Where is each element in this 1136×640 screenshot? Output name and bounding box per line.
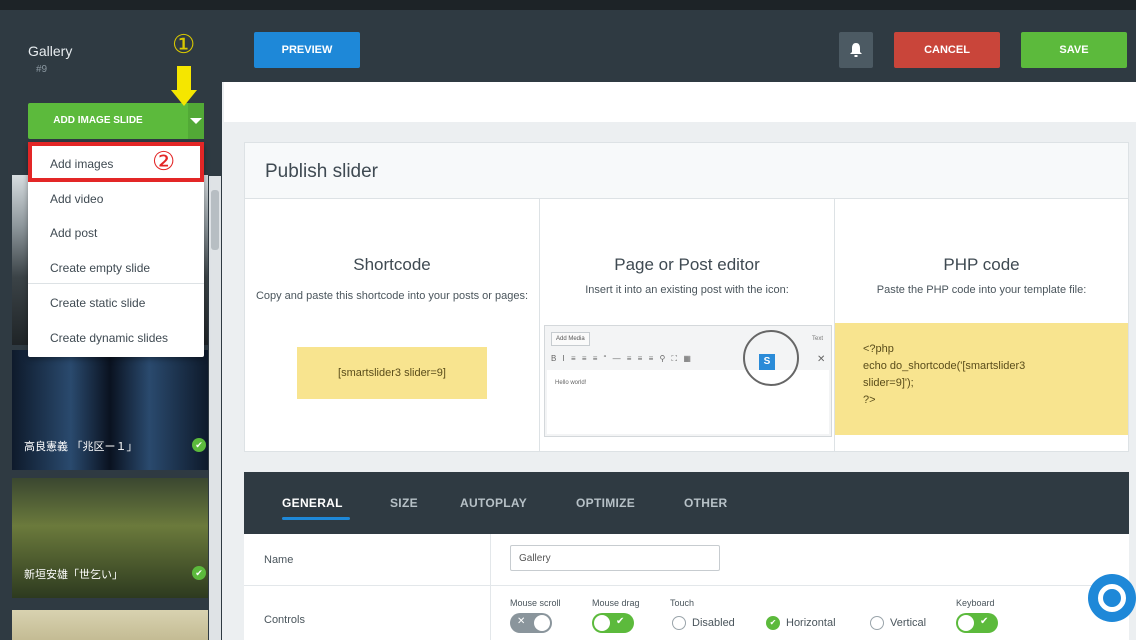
touch-vertical-radio[interactable]	[870, 616, 884, 630]
annotation-arrow-head	[171, 90, 197, 106]
slider-title: Gallery	[28, 43, 73, 59]
touch-disabled-label: Disabled	[692, 617, 735, 629]
slide-thumbnail-2[interactable]: 高良憲義 「兆区ー１」 ✔	[12, 350, 208, 470]
window-top-strip	[0, 0, 1136, 10]
toggle-knob	[594, 615, 610, 631]
slide-label: 新垣安雄「世乞い」	[24, 568, 123, 581]
touch-horizontal-radio[interactable]: ✔	[766, 616, 780, 630]
tab-size[interactable]: SIZE	[390, 496, 418, 510]
tab-optimize[interactable]: OPTIMIZE	[576, 496, 635, 510]
slide-thumbnail-4[interactable]	[12, 610, 208, 640]
shortcode-title: Shortcode	[353, 255, 431, 274]
close-icon: ✕	[517, 616, 526, 627]
post-editor-description: Insert it into an existing post with the…	[585, 284, 789, 296]
publish-panel-title: Publish slider	[265, 161, 378, 182]
annotation-highlight-box	[28, 142, 204, 182]
php-code-column: PHP code Paste the PHP code into your te…	[835, 199, 1128, 451]
publish-slider-panel: Publish slider Shortcode Copy and paste …	[244, 142, 1129, 452]
menu-item-create-static-slide[interactable]: Create static slide	[50, 296, 145, 310]
publish-panel-header: Publish slider	[245, 143, 1128, 199]
post-editor-title: Page or Post editor	[614, 255, 760, 274]
sub-header-bar	[224, 82, 1136, 122]
post-editor-column: Page or Post editor Insert it into an ex…	[540, 199, 835, 451]
help-button[interactable]	[1088, 574, 1136, 622]
slider-name-input[interactable]	[510, 545, 720, 571]
add-media-button: Add Media	[551, 332, 590, 346]
toggle-knob	[958, 615, 974, 631]
bell-icon	[850, 43, 862, 57]
mouse-drag-toggle[interactable]: ✔	[592, 613, 634, 633]
touch-horizontal-label: Horizontal	[786, 617, 836, 629]
annotation-arrow-icon	[177, 66, 191, 90]
touch-disabled-radio[interactable]	[672, 616, 686, 630]
menu-divider	[28, 283, 204, 284]
add-image-slide-button[interactable]: ADD IMAGE SLIDE	[28, 103, 204, 139]
mouse-scroll-toggle[interactable]: ✕	[510, 613, 552, 633]
shortcode-value[interactable]: [smartslider3 slider=9]	[297, 347, 487, 399]
highlight-circle	[743, 330, 799, 386]
menu-item-create-dynamic-slides[interactable]: Create dynamic slides	[50, 331, 168, 345]
top-toolbar: PREVIEW CANCEL SAVE	[222, 10, 1136, 82]
slider-id: #9	[36, 64, 48, 75]
notifications-button[interactable]	[839, 32, 873, 68]
sidebar-scroll-thumb[interactable]	[211, 190, 219, 250]
php-code-description: Paste the PHP code into your template fi…	[876, 284, 1087, 296]
slide-thumbnail-3[interactable]: 新垣安雄「世乞い」 ✔	[12, 478, 208, 598]
row-separator	[490, 534, 491, 640]
caret-down-icon	[190, 118, 202, 124]
lifebuoy-icon	[1098, 584, 1126, 612]
check-icon: ✔	[980, 616, 989, 627]
annotation-marker-2: ②	[152, 147, 176, 177]
controls-label: Controls	[264, 614, 305, 626]
menu-item-add-video[interactable]: Add video	[50, 192, 103, 206]
tab-autoplay[interactable]: AUTOPLAY	[460, 496, 527, 510]
mouse-drag-label: Mouse drag	[592, 598, 640, 608]
text-tab: Text	[811, 336, 823, 342]
php-line-2: echo do_shortcode('[smartslider3	[863, 360, 1026, 372]
check-icon: ✔	[616, 616, 625, 627]
shortcode-column: Shortcode Copy and paste this shortcode …	[245, 199, 540, 451]
editor-sample-text: Hello world!	[555, 380, 587, 386]
active-tab-indicator	[282, 517, 350, 520]
php-line-3: slider=9]');	[863, 377, 914, 389]
tab-other[interactable]: OTHER	[684, 496, 728, 510]
php-code-title: PHP code	[943, 255, 1020, 274]
php-line-1: <?php	[863, 343, 894, 355]
menu-item-create-empty-slide[interactable]: Create empty slide	[50, 261, 150, 275]
add-image-slide-label: ADD IMAGE SLIDE	[53, 115, 143, 126]
fullscreen-icon: ✕	[817, 354, 826, 365]
settings-tabs: GENERAL SIZE AUTOPLAY OPTIMIZE OTHER	[244, 472, 1129, 534]
preview-button[interactable]: PREVIEW	[254, 32, 360, 68]
published-check-icon: ✔	[192, 566, 206, 580]
annotation-marker-1: ①	[172, 30, 196, 60]
tab-general[interactable]: GENERAL	[282, 496, 343, 510]
slide-label: 高良憲義 「兆区ー１」	[24, 440, 138, 453]
toggle-knob	[534, 615, 550, 631]
editor-toolbar: B I ≡ ≡ ≡ “ — ≡ ≡ ≡ ⚲ ⛶ ▦	[551, 354, 693, 363]
php-line-4: ?>	[863, 394, 876, 406]
cancel-button[interactable]: CANCEL	[894, 32, 1000, 68]
php-code-value[interactable]: <?php echo do_shortcode('[smartslider3 s…	[835, 323, 1128, 435]
touch-label: Touch	[670, 598, 695, 608]
save-button[interactable]: SAVE	[1021, 32, 1127, 68]
touch-vertical-label: Vertical	[890, 617, 927, 629]
name-label: Name	[264, 554, 294, 566]
menu-item-add-post[interactable]: Add post	[50, 226, 97, 240]
keyboard-label: Keyboard	[956, 598, 995, 608]
editor-preview-image: Add Media Text B I ≡ ≡ ≡ “ — ≡ ≡ ≡ ⚲ ⛶ ▦…	[544, 325, 832, 437]
mouse-scroll-label: Mouse scroll	[510, 598, 561, 608]
keyboard-toggle[interactable]: ✔	[956, 613, 998, 633]
published-check-icon: ✔	[192, 438, 206, 452]
slider-settings-panel: GENERAL SIZE AUTOPLAY OPTIMIZE OTHER Nam…	[244, 472, 1129, 640]
shortcode-description: Copy and paste this shortcode into your …	[255, 290, 529, 302]
